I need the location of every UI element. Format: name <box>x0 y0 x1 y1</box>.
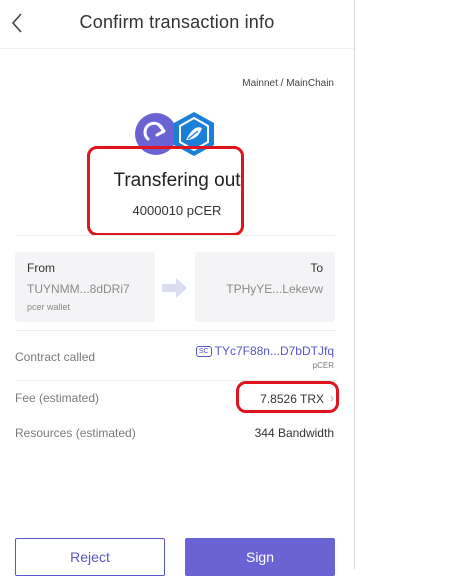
fee-label: Fee (estimated) <box>15 391 100 405</box>
from-wallet-name: pcer wallet <box>27 302 71 312</box>
contract-address-link[interactable]: SC TYc7F88n...D7bDTJfq <box>195 344 334 358</box>
page-title: Confirm transaction info <box>79 12 275 32</box>
smart-contract-icon: SC <box>195 345 212 357</box>
header: Confirm transaction info <box>0 0 354 49</box>
reject-button[interactable]: Reject <box>15 538 165 576</box>
network-label: Mainnet / MainChain <box>242 78 334 89</box>
to-label: To <box>310 261 323 275</box>
from-label: From <box>27 261 55 275</box>
contract-address: TYc7F88n...D7bDTJfq <box>214 344 334 358</box>
to-address: TPHyYE...Lekevw <box>226 282 323 296</box>
divider <box>15 235 335 236</box>
from-address: TUYNMM...8dDRi7 <box>27 282 130 296</box>
amount-highlight <box>87 146 244 236</box>
resources-label: Resources (estimated) <box>15 426 136 440</box>
confirm-panel: Confirm transaction info Mainnet / MainC… <box>0 0 355 576</box>
from-box: From TUYNMM...8dDRi7 pcer wallet <box>15 252 155 322</box>
to-box: To TPHyYE...Lekevw <box>195 252 335 322</box>
arrow-right-icon <box>162 278 187 298</box>
sign-button[interactable]: Sign <box>185 538 335 576</box>
fee-highlight <box>236 381 339 413</box>
resources-value: 344 Bandwidth <box>254 426 334 440</box>
contract-label: Contract called <box>15 350 96 364</box>
contract-token: pCER <box>312 361 334 370</box>
divider <box>15 330 335 331</box>
